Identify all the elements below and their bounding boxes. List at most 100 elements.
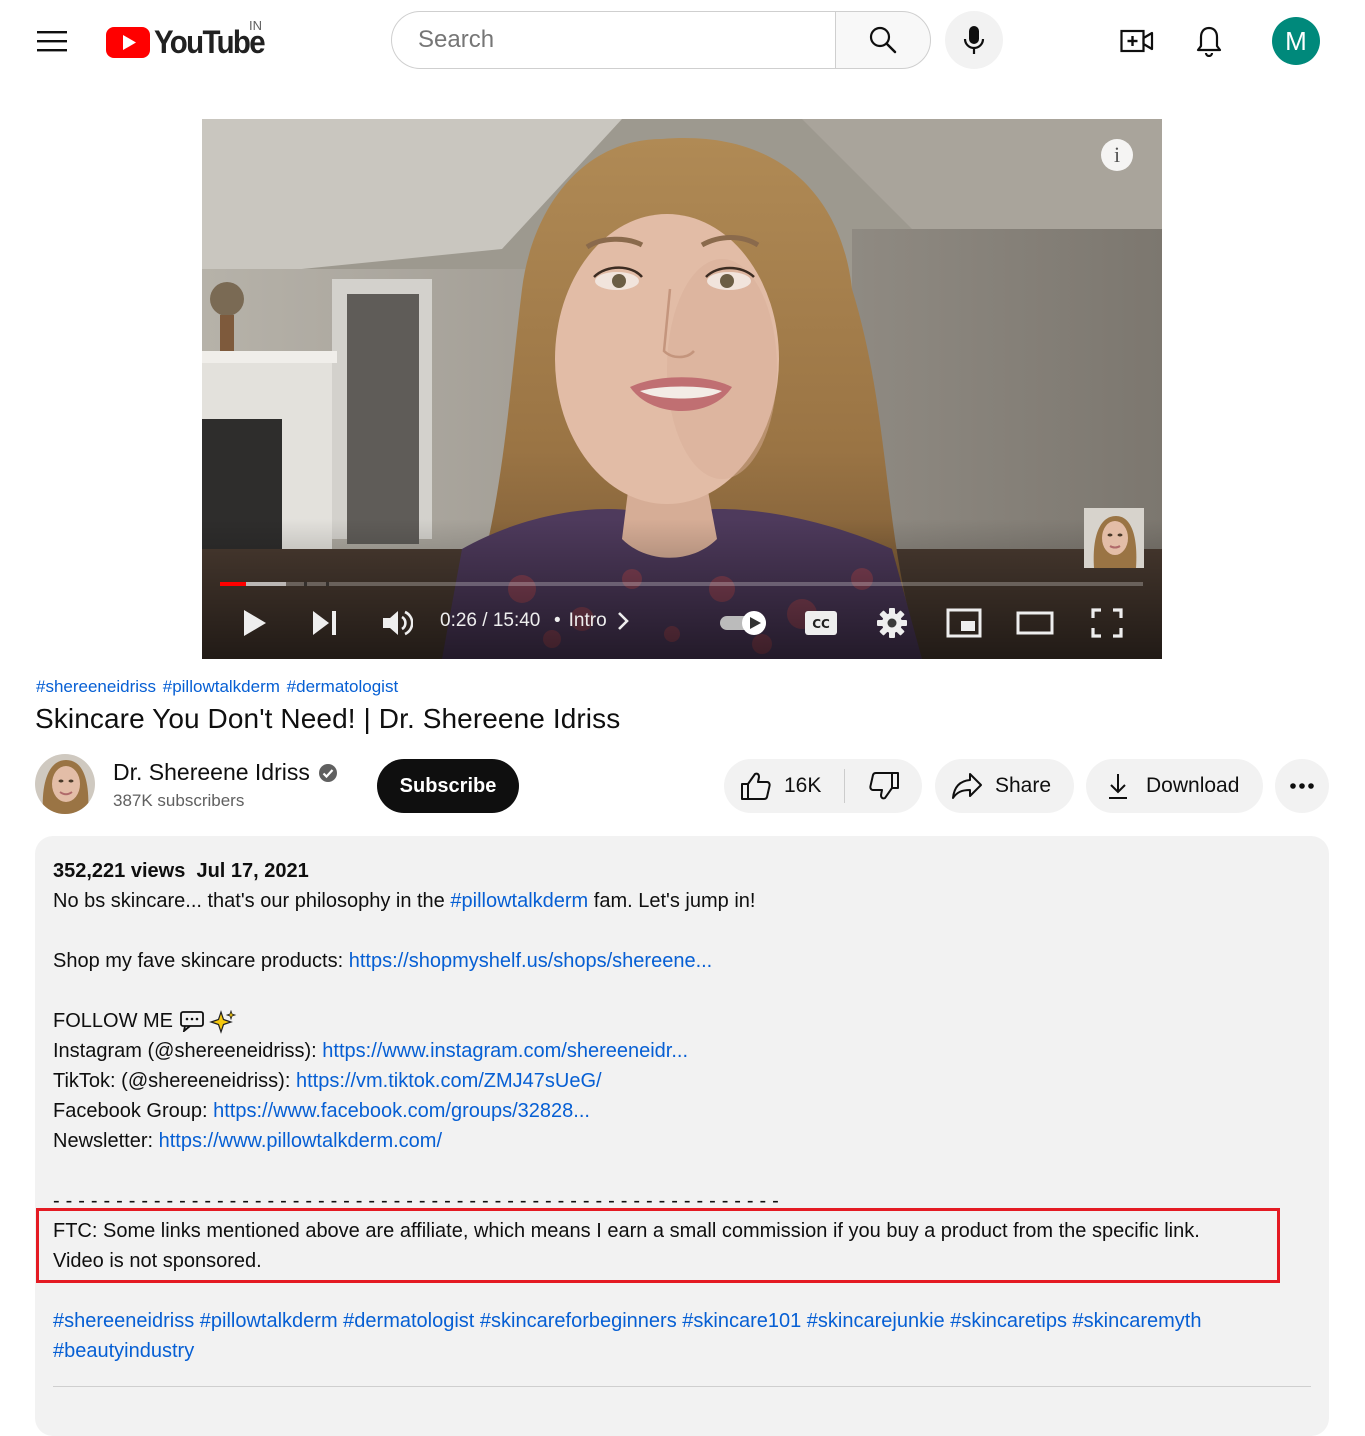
shop-label: Shop my fave skincare products:	[53, 950, 349, 972]
intro-text-end: fam. Let's jump in!	[588, 890, 756, 912]
svg-text:CC: CC	[812, 617, 830, 631]
hashtag-link[interactable]: #pillowtalkderm	[163, 677, 280, 696]
description-bottom-divider	[53, 1386, 1311, 1387]
country-code: IN	[249, 18, 262, 33]
hashtag-link[interactable]: #skincarejunkie	[807, 1310, 945, 1332]
chapter-button[interactable]: • Intro	[554, 610, 631, 632]
share-button[interactable]: Share	[935, 759, 1074, 813]
next-button[interactable]	[302, 603, 348, 643]
subscribe-button[interactable]: Subscribe	[377, 759, 519, 813]
follow-heading: FOLLOW ME	[53, 1006, 1303, 1036]
hashtag-link[interactable]: #dermatologist	[287, 677, 399, 696]
follow-heading-text: FOLLOW ME	[53, 1010, 174, 1032]
account-avatar[interactable]: M	[1272, 17, 1320, 65]
download-label: Download	[1146, 774, 1240, 797]
progress-bar[interactable]	[220, 582, 1143, 586]
miniplayer-button[interactable]	[941, 603, 987, 643]
instagram-link[interactable]: https://www.instagram.com/shereeneidr...	[322, 1040, 688, 1062]
social-label: Instagram (@shereeneidriss):	[53, 1040, 323, 1062]
social-facebook: Facebook Group: https://www.facebook.com…	[53, 1096, 1303, 1126]
channel-watermark[interactable]	[1084, 508, 1144, 568]
hashtag-link[interactable]: #beautyindustry	[53, 1340, 194, 1362]
video-player[interactable]: i 0:26 / 15:40 • Intro CC	[202, 119, 1162, 659]
autoplay-toggle-icon	[720, 611, 766, 635]
channel-avatar[interactable]	[35, 754, 95, 814]
social-tiktok: TikTok: (@shereeneidriss): https://vm.ti…	[53, 1066, 1303, 1096]
menu-button[interactable]	[28, 20, 76, 62]
theater-mode-button[interactable]	[1012, 603, 1058, 643]
download-button[interactable]: Download	[1086, 759, 1263, 813]
channel-name-text: Dr. Shereene Idriss	[113, 759, 310, 785]
voice-search-button[interactable]	[945, 11, 1003, 69]
info-card-icon[interactable]: i	[1101, 139, 1133, 171]
hashtag-link[interactable]: #skincareforbeginners	[480, 1310, 677, 1332]
hashtag-link[interactable]: #skincare101	[682, 1310, 801, 1332]
share-label: Share	[995, 774, 1052, 797]
hashtag-link[interactable]: #shereeneidriss	[53, 1310, 194, 1332]
video-frame	[202, 119, 1162, 659]
search-input[interactable]	[416, 25, 810, 55]
notifications-button[interactable]	[1186, 18, 1232, 64]
download-icon	[1109, 774, 1127, 799]
logo-wordmark: YouTube	[154, 23, 266, 60]
hashtags-line-2: #beautyindustry	[53, 1336, 1303, 1366]
search-button[interactable]	[835, 11, 931, 69]
miniplayer-icon	[946, 608, 982, 638]
hashtag-link[interactable]: #pillowtalkderm	[450, 890, 588, 912]
volume-button[interactable]	[374, 603, 420, 643]
search-icon	[869, 26, 897, 54]
description-panel[interactable]: 352,221 views Jul 17, 2021 No bs skincar…	[35, 836, 1329, 1436]
hamburger-icon	[37, 31, 67, 52]
verified-badge-icon	[318, 763, 337, 782]
social-instagram: Instagram (@shereeneidriss): https://www…	[53, 1036, 1303, 1066]
like-dislike-group: 16K	[724, 759, 922, 813]
dislike-button[interactable]	[845, 759, 922, 813]
volume-icon	[383, 610, 413, 636]
chapter-marker	[326, 582, 329, 586]
video-title: Skincare You Don't Need! | Dr. Shereene …	[35, 703, 621, 734]
hashtag-link[interactable]: #dermatologist	[343, 1310, 474, 1332]
video-meta: 352,221 views Jul 17, 2021	[53, 856, 1303, 886]
create-video-icon	[1120, 29, 1154, 53]
ftc-highlight-box	[36, 1208, 1280, 1283]
channel-avatar-image	[35, 754, 95, 814]
facebook-link[interactable]: https://www.facebook.com/groups/32828...	[213, 1100, 590, 1122]
social-newsletter: Newsletter: https://www.pillowtalkderm.c…	[53, 1126, 1303, 1156]
cc-icon: CC	[805, 611, 837, 635]
more-actions-button[interactable]	[1275, 759, 1329, 813]
shop-link[interactable]: https://shopmyshelf.us/shops/shereene...	[349, 950, 713, 972]
hashtag-link[interactable]: #skincaretips	[950, 1310, 1067, 1332]
fullscreen-button[interactable]	[1084, 603, 1130, 643]
channel-name[interactable]: Dr. Shereene Idriss	[113, 759, 338, 786]
newsletter-link[interactable]: https://www.pillowtalkderm.com/	[159, 1130, 442, 1152]
social-label: TikTok: (@shereeneidriss):	[53, 1070, 296, 1092]
video-hashtags: #shereeneidriss #pillowtalkderm #dermato…	[36, 677, 400, 697]
play-button[interactable]	[232, 603, 278, 643]
hashtag-link[interactable]: #shereeneidriss	[36, 677, 156, 696]
chapter-label: Intro	[568, 610, 607, 631]
sparkles-icon	[209, 1009, 237, 1034]
create-button[interactable]	[1114, 18, 1160, 64]
intro-text: No bs skincare... that's our philosophy …	[53, 890, 451, 912]
tiktok-link[interactable]: https://vm.tiktok.com/ZMJ47sUeG/	[296, 1070, 602, 1092]
chapter-dot: •	[554, 610, 561, 631]
hashtag-link[interactable]: #pillowtalkderm	[200, 1310, 338, 1332]
autoplay-toggle[interactable]	[716, 603, 772, 643]
time-display: 0:26 / 15:40	[440, 610, 541, 631]
play-icon	[244, 610, 266, 636]
more-horizontal-icon	[1290, 783, 1314, 789]
like-count: 16K	[784, 774, 822, 797]
speech-bubble-icon	[180, 1010, 204, 1032]
captions-button[interactable]: CC	[798, 603, 844, 643]
played-bar	[220, 582, 246, 586]
bell-icon	[1196, 26, 1222, 57]
subscriber-count: 387K subscribers	[113, 791, 245, 810]
like-button[interactable]: 16K	[724, 759, 844, 813]
settings-button[interactable]	[869, 603, 915, 643]
microphone-icon	[963, 26, 985, 54]
chevron-right-icon	[617, 612, 629, 630]
hashtag-link[interactable]: #skincaremyth	[1073, 1310, 1202, 1332]
thumbs-down-icon	[868, 772, 899, 800]
youtube-play-icon	[106, 26, 150, 58]
social-label: Facebook Group:	[53, 1100, 214, 1122]
